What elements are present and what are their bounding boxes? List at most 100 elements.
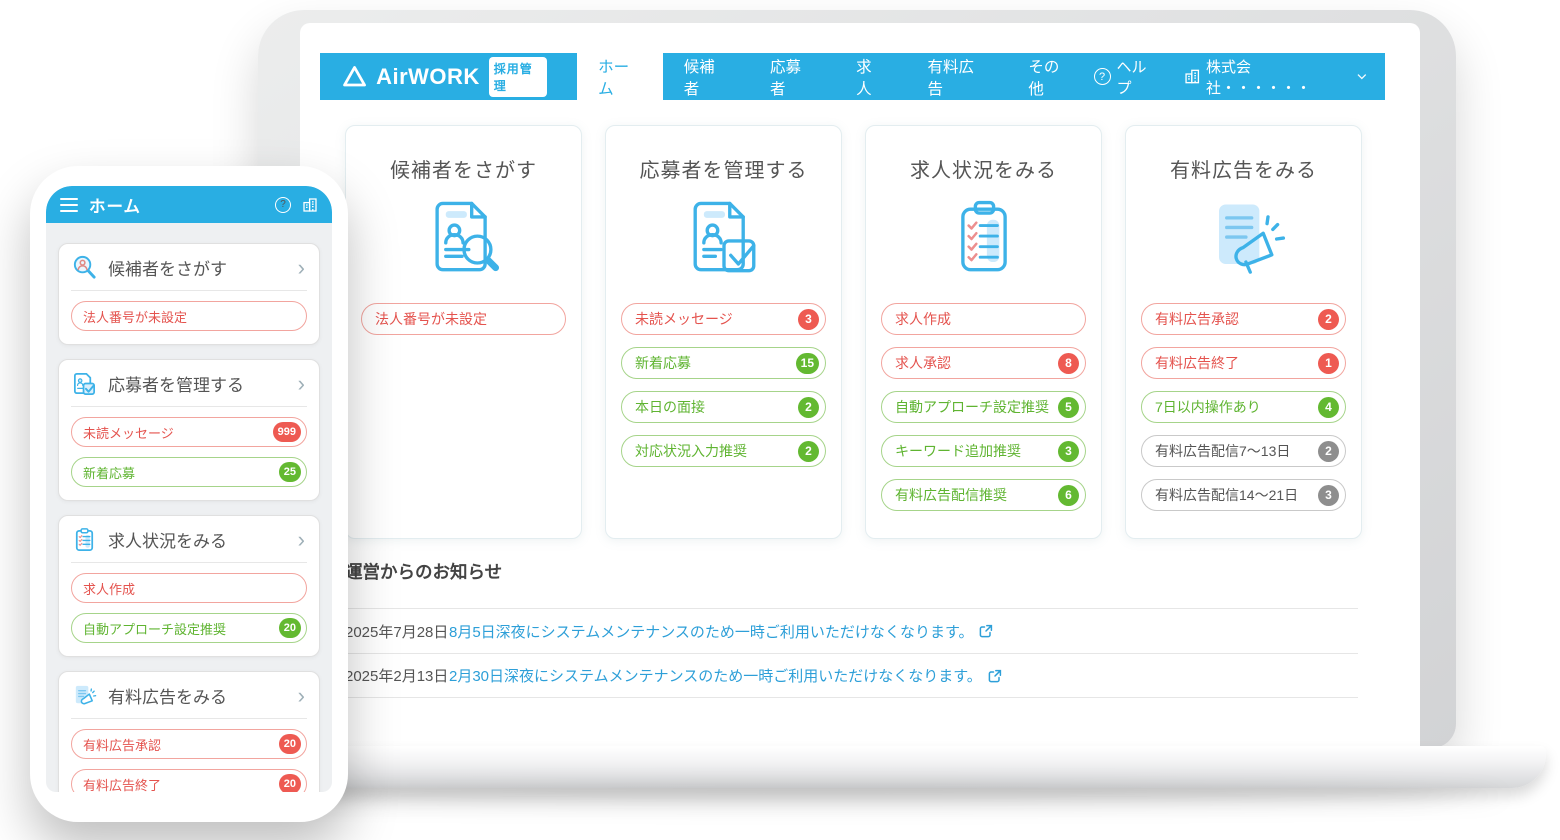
nav-tab[interactable]: 応募者: [749, 53, 835, 100]
divider: [71, 718, 307, 719]
status-item[interactable]: 有料広告配信14〜21日3: [1141, 479, 1346, 511]
airwork-triangle-icon: [342, 64, 367, 89]
phone-card-title: 候補者をさがす: [108, 255, 288, 280]
status-item[interactable]: 新着応募25: [71, 457, 307, 487]
status-item-label: 有料広告配信7〜13日: [1155, 441, 1318, 461]
count-badge: 4: [1318, 397, 1339, 418]
nav-tab[interactable]: その他: [1007, 53, 1093, 100]
dashboard-cards: 候補者をさがす 法人番号が未設定: [345, 125, 1362, 539]
phone-card-header[interactable]: 候補者をさがす ›: [71, 254, 307, 281]
count-badge: 999: [273, 422, 301, 442]
status-item[interactable]: 有料広告承認2: [1141, 303, 1346, 335]
phone-card-header[interactable]: 有料広告をみる ›: [71, 682, 307, 709]
phone-card-header[interactable]: 応募者を管理する ›: [71, 370, 307, 397]
status-item[interactable]: 未読メッセージ3: [621, 303, 826, 335]
status-item-label: 対応状況入力推奨: [635, 441, 798, 461]
status-item-label: 本日の面接: [635, 397, 798, 417]
status-item[interactable]: 対応状況入力推奨2: [621, 435, 826, 467]
chevron-right-icon: ›: [298, 685, 307, 707]
status-item[interactable]: 有料広告承認20: [71, 729, 307, 759]
status-item-label: 新着応募: [83, 463, 279, 482]
news-date: 2025年7月28日: [345, 621, 449, 642]
status-item-label: 自動アプローチ設定推奨: [895, 397, 1058, 417]
status-item[interactable]: 求人作成: [881, 303, 1086, 335]
nav-tab[interactable]: 有料広告: [907, 53, 1008, 100]
count-badge: 3: [1318, 485, 1339, 506]
news-row: 2025年2月13日 2月30日深夜にシステムメンテナンスのため一時ご利用いただ…: [345, 653, 1358, 698]
status-item-label: 新着応募: [635, 353, 796, 373]
card-title: 有料広告をみる: [1141, 154, 1346, 183]
status-item-label: 未読メッセージ: [83, 423, 273, 442]
status-item[interactable]: 求人承認8: [881, 347, 1086, 379]
phone-card-title: 求人状況をみる: [108, 527, 288, 552]
phone-card-items: 有料広告承認20有料広告終了207日以内操作あり20: [71, 729, 307, 792]
status-item[interactable]: 未読メッセージ999: [71, 417, 307, 447]
card-candidates: 候補者をさがす 法人番号が未設定: [345, 125, 582, 539]
nav-tab[interactable]: 候補者: [663, 53, 749, 100]
status-item[interactable]: 法人番号が未設定: [361, 303, 566, 335]
nav-tabs: ホーム候補者応募者求人有料広告その他: [577, 53, 1093, 100]
document-person-magnifier-icon: [361, 189, 566, 289]
status-item[interactable]: 新着応募15: [621, 347, 826, 379]
status-item[interactable]: キーワード追加推奨3: [881, 435, 1086, 467]
nav-right: ? ヘルプ 株式会社・・・・・・: [1094, 53, 1386, 100]
company-label: 株式会社・・・・・・: [1206, 56, 1351, 98]
status-item[interactable]: 自動アプローチ設定推奨20: [71, 613, 307, 643]
card-applicants: 応募者を管理する 未読メッセージ3新着応募1: [605, 125, 842, 539]
status-item[interactable]: 自動アプローチ設定推奨5: [881, 391, 1086, 423]
status-item-label: 有料広告承認: [1155, 309, 1318, 329]
status-item-label: 求人作成: [83, 579, 301, 598]
status-item[interactable]: 7日以内操作あり4: [1141, 391, 1346, 423]
count-badge: 25: [279, 462, 301, 482]
status-item[interactable]: 有料広告配信7〜13日2: [1141, 435, 1346, 467]
nav-tab[interactable]: 求人: [835, 53, 906, 100]
status-item-label: 有料広告配信推奨: [895, 485, 1058, 505]
phone-card-header[interactable]: 求人状況をみる ›: [71, 526, 307, 553]
building-icon[interactable]: [302, 197, 318, 213]
phone-card-items: 未読メッセージ999 新着応募25: [71, 417, 307, 487]
status-item-label: 7日以内操作あり: [1155, 397, 1318, 417]
chevron-right-icon: ›: [298, 257, 307, 279]
help-label: ヘルプ: [1117, 56, 1160, 98]
status-item-label: 未読メッセージ: [635, 309, 798, 329]
status-item[interactable]: 有料広告終了1: [1141, 347, 1346, 379]
document-person-check-icon: [71, 370, 98, 397]
phone-page-title: ホーム: [89, 193, 141, 217]
help-icon[interactable]: ?: [275, 197, 291, 213]
news-row: 2025年7月28日 8月5日深夜にシステムメンテナンスのため一時ご利用いただけ…: [345, 608, 1358, 653]
divider: [71, 562, 307, 563]
count-badge: 6: [1058, 485, 1079, 506]
status-item[interactable]: 法人番号が未設定: [71, 301, 307, 331]
status-item[interactable]: 有料広告終了20: [71, 769, 307, 792]
news-list: 2025年7月28日 8月5日深夜にシステムメンテナンスのため一時ご利用いただけ…: [345, 608, 1358, 698]
airwork-logo[interactable]: AirWORK 採用管理: [320, 53, 577, 100]
status-item-label: キーワード追加推奨: [895, 441, 1058, 461]
document-megaphone-icon: [71, 682, 98, 709]
card-title: 求人状況をみる: [881, 154, 1086, 183]
card-title: 応募者を管理する: [621, 154, 826, 183]
card-items: 有料広告承認2有料広告終了17日以内操作あり4有料広告配信7〜13日2有料広告配…: [1141, 303, 1346, 511]
count-badge: 5: [1058, 397, 1079, 418]
phone-cards: 候補者をさがす › 法人番号が未設定: [46, 223, 332, 792]
status-item[interactable]: 求人作成: [71, 573, 307, 603]
card-items: 未読メッセージ3 新着応募15 本日の面接2 対応状況入力推奨2: [621, 303, 826, 467]
card-items: 法人番号が未設定: [361, 303, 566, 335]
clipboard-checklist-icon: [71, 526, 98, 553]
status-item[interactable]: 有料広告配信推奨6: [881, 479, 1086, 511]
company-menu[interactable]: 株式会社・・・・・・: [1184, 56, 1367, 98]
count-badge: 3: [798, 309, 819, 330]
menu-icon[interactable]: [60, 198, 78, 212]
nav-tab[interactable]: ホーム: [577, 53, 663, 100]
phone-header-icons: ?: [275, 197, 318, 213]
chevron-right-icon: ›: [298, 529, 307, 551]
news-link[interactable]: 8月5日深夜にシステムメンテナンスのため一時ご利用いただけなくなります。: [449, 621, 993, 642]
help-button[interactable]: ? ヘルプ: [1094, 56, 1160, 98]
count-badge: 20: [279, 734, 301, 754]
status-item-label: 有料広告配信14〜21日: [1155, 485, 1318, 505]
status-item-label: 有料広告終了: [83, 775, 279, 793]
count-badge: 15: [796, 353, 819, 374]
card-jobs: 求人状況をみる: [865, 125, 1102, 539]
news-link[interactable]: 2月30日深夜にシステムメンテナンスのため一時ご利用いただけなくなります。: [449, 665, 1002, 686]
status-item[interactable]: 本日の面接2: [621, 391, 826, 423]
card-title: 候補者をさがす: [361, 154, 566, 183]
